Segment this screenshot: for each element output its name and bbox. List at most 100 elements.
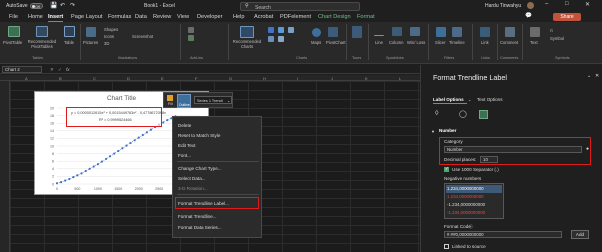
chevron-down-icon[interactable]: ▼ <box>431 129 435 134</box>
link-icon[interactable] <box>480 27 490 37</box>
data-point[interactable] <box>68 177 71 181</box>
format-code-input[interactable]: #.##0,0000000000 <box>444 231 562 238</box>
my-addins-icon[interactable] <box>188 35 194 41</box>
trendline-equation[interactable]: y = 0,0000012615x³ + 0,0015449763x² - 0,… <box>71 111 166 115</box>
negative-numbers-list[interactable]: 1.234,0000000000 1.234,0000000000 -1.234… <box>444 183 504 219</box>
tab-chart-design[interactable]: Chart Design <box>318 14 351 20</box>
tab-review[interactable]: Review <box>153 14 171 20</box>
formula-input[interactable] <box>76 66 416 73</box>
sparkline-column-icon[interactable] <box>392 27 402 36</box>
slicer-label[interactable]: Slicer <box>435 40 445 45</box>
menu-item-format-trendline[interactable]: Format Trendline... <box>177 212 261 221</box>
slicer-icon[interactable] <box>436 27 446 37</box>
user-name[interactable]: Hardu Tinwahyu <box>485 3 521 9</box>
pivotchart-label[interactable]: PivotChart <box>326 40 346 45</box>
menu-item-select-data[interactable]: Select Data... <box>177 174 261 183</box>
data-point[interactable] <box>141 133 144 137</box>
data-point[interactable] <box>125 144 128 147</box>
sparkline-line-icon[interactable] <box>374 27 384 36</box>
category-select[interactable]: Number <box>444 146 582 153</box>
column-header[interactable]: H <box>263 76 266 81</box>
column-header[interactable]: E <box>161 76 164 81</box>
add-button[interactable]: Add <box>571 230 589 239</box>
maps-label[interactable]: Maps <box>311 40 321 45</box>
data-point[interactable] <box>100 160 104 163</box>
menu-item-delete[interactable]: Delete <box>177 121 261 130</box>
data-point[interactable] <box>137 136 140 139</box>
shapes-button[interactable]: Shapes <box>104 27 118 32</box>
tab-data[interactable]: Data <box>135 14 147 20</box>
tab-format[interactable]: Format <box>357 14 375 20</box>
chart-element-dropdown[interactable]: Series 1 Trendl ⌄ <box>194 96 232 104</box>
list-item[interactable]: 1.234,0000000000 <box>447 186 484 191</box>
fill-icon[interactable] <box>167 95 173 101</box>
pane-options-icon[interactable]: ⌄ <box>587 73 591 79</box>
tab-file[interactable]: File <box>9 14 18 20</box>
pictures-icon[interactable] <box>86 27 96 37</box>
comment-icon[interactable] <box>505 27 515 37</box>
data-point[interactable] <box>72 176 75 179</box>
tab-home[interactable]: Home <box>28 14 43 20</box>
data-point[interactable] <box>166 119 169 122</box>
column-header[interactable]: L <box>399 76 401 81</box>
fx-icon[interactable]: fx <box>66 67 70 72</box>
pane-close-icon[interactable]: ✕ <box>595 73 599 79</box>
pivotchart-icon[interactable] <box>328 27 338 37</box>
data-point[interactable] <box>80 172 83 175</box>
sparkline-winloss-icon[interactable] <box>410 27 420 36</box>
tab-formulas[interactable]: Formulas <box>108 14 131 20</box>
data-point[interactable] <box>96 163 99 166</box>
column-header[interactable]: I <box>297 76 298 81</box>
column-header[interactable]: B <box>59 76 62 81</box>
column-header[interactable]: D <box>127 76 130 81</box>
line-chart-icon[interactable] <box>278 27 284 33</box>
tab-page-layout[interactable]: Page Layout <box>71 14 102 20</box>
column-header[interactable]: C <box>93 76 96 81</box>
comments-icon[interactable]: 💬 <box>525 13 532 19</box>
redo-icon[interactable]: ↷ <box>70 2 75 9</box>
data-point[interactable] <box>162 121 165 124</box>
timeline-icon[interactable] <box>452 27 462 37</box>
tab-insert[interactable]: Insert <box>48 14 64 23</box>
tab-help[interactable]: Help <box>233 14 245 20</box>
3d-map-icon[interactable] <box>352 26 362 38</box>
trendline-r-squared[interactable]: R² = 0,9999524466 <box>99 118 132 122</box>
linked-to-source-checkbox[interactable] <box>444 244 449 249</box>
column-header[interactable]: G <box>229 76 232 81</box>
menu-item-edit-text[interactable]: Edit Text <box>177 141 261 150</box>
outline-button[interactable]: Outline <box>177 94 191 108</box>
data-point[interactable] <box>113 152 116 155</box>
recommended-pivottables-icon[interactable] <box>36 26 48 37</box>
restore-icon[interactable]: □ <box>565 1 569 7</box>
data-point[interactable] <box>121 147 124 150</box>
text-icon[interactable] <box>530 27 540 37</box>
list-item[interactable]: -1.234,0000000000 <box>447 210 485 215</box>
use-1000-checkbox[interactable] <box>444 166 449 172</box>
menu-item-change-chart-type[interactable]: Change Chart Type... <box>177 164 261 173</box>
sparkline-column-label[interactable]: Column <box>389 40 403 45</box>
save-icon[interactable]: 💾 <box>50 2 57 9</box>
data-point[interactable] <box>88 167 91 170</box>
table-icon[interactable] <box>64 26 75 37</box>
scatter-chart-icon[interactable] <box>278 36 284 42</box>
tab-pdfelement[interactable]: PDFelement <box>280 14 311 20</box>
info-icon[interactable]: ⓘ <box>469 224 473 230</box>
close-icon[interactable]: ✕ <box>585 1 590 8</box>
row-headers[interactable] <box>0 81 10 252</box>
info-icon[interactable]: ● <box>586 146 589 152</box>
recommended-pivottables-label[interactable]: Recommended PivotTables <box>24 39 60 49</box>
data-point[interactable] <box>55 182 59 185</box>
pie-chart-icon[interactable] <box>288 27 294 33</box>
section-number[interactable]: Number <box>439 128 456 133</box>
data-point[interactable] <box>64 179 67 182</box>
column-header[interactable]: J <box>331 76 333 81</box>
pivottable-icon[interactable] <box>8 26 20 37</box>
menu-item-font[interactable]: Font... <box>177 151 261 160</box>
data-point[interactable] <box>109 155 112 158</box>
formula-enter-icon[interactable]: ✓ <box>58 67 62 73</box>
menu-item-reset-style[interactable]: Reset to Match Style <box>177 131 261 140</box>
get-addins-icon[interactable] <box>188 27 194 33</box>
link-label[interactable]: Link <box>481 40 489 45</box>
tab-developer[interactable]: Developer <box>197 14 223 20</box>
maps-icon[interactable] <box>312 28 321 37</box>
